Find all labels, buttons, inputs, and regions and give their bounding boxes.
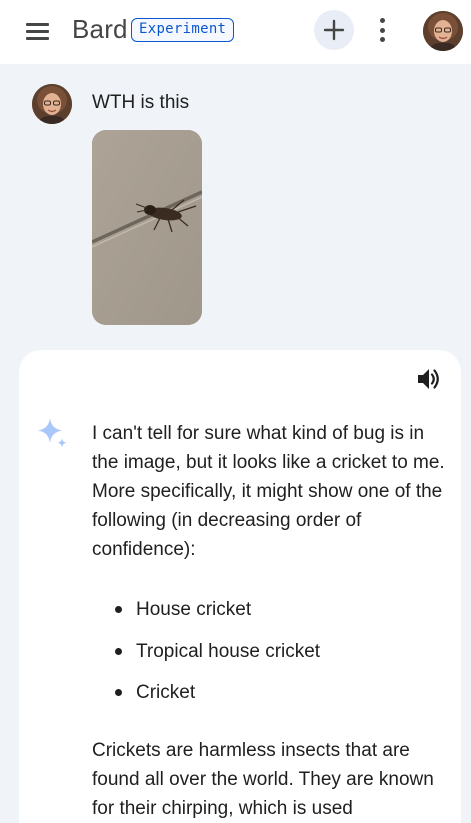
menu-button[interactable] xyxy=(22,18,54,44)
response-paragraph: I can't tell for sure what kind of bug i… xyxy=(92,423,445,560)
avatar-image xyxy=(423,11,463,51)
list-item: Cricket xyxy=(115,677,320,719)
user-avatar xyxy=(32,84,72,124)
uploaded-image[interactable] xyxy=(92,130,202,325)
cricket-photo xyxy=(92,130,202,325)
user-prompt-text: WTH is this xyxy=(92,92,190,113)
plus-icon xyxy=(323,19,345,41)
list-item: House cricket xyxy=(115,594,320,636)
read-aloud-button[interactable] xyxy=(415,366,443,392)
list-item: Tropical house cricket xyxy=(115,636,320,678)
hamburger-menu-icon xyxy=(26,23,49,26)
speaker-icon xyxy=(418,369,439,389)
avatar-image xyxy=(32,84,72,124)
top-app-bar: Bard Experiment xyxy=(0,0,471,64)
experiment-badge: Experiment xyxy=(131,18,235,42)
response-paragraph: Crickets are harmless insects that are f… xyxy=(92,740,434,819)
response-bullet-list: House cricket Tropical house cricket Cri… xyxy=(115,594,320,719)
more-options-button[interactable] xyxy=(370,16,394,44)
bard-sparkle-icon xyxy=(36,418,70,452)
app-title: Bard xyxy=(72,14,128,44)
new-chat-button[interactable] xyxy=(314,10,354,50)
account-avatar[interactable] xyxy=(423,11,463,51)
more-vert-icon xyxy=(379,18,385,23)
